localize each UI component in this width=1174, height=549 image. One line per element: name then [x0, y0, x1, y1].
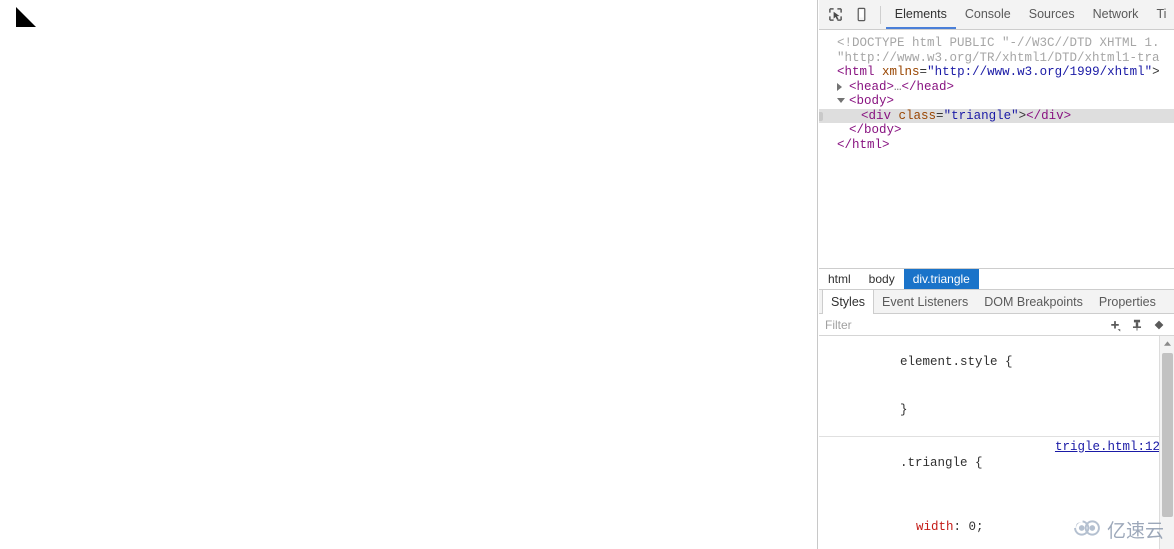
tab-dom-breakpoints[interactable]: DOM Breakpoints	[976, 290, 1091, 313]
dom-line-doctype[interactable]: <!DOCTYPE html PUBLIC "-//W3C//DTD XHTML…	[819, 36, 1174, 51]
scrollbar-thumb[interactable]	[1162, 353, 1173, 517]
plus-new-style-rule-icon[interactable]	[1104, 315, 1126, 335]
dom-line-div-triangle[interactable]: ...<div class="triangle"></div>	[819, 108, 1174, 123]
dom-line-body[interactable]: <body>	[819, 94, 1174, 109]
toolbar-divider	[879, 5, 881, 24]
breadcrumb-item-body[interactable]: body	[860, 269, 904, 289]
tab-styles[interactable]: Styles	[822, 290, 875, 314]
tab-event-listeners[interactable]: Event Listeners	[874, 290, 976, 313]
devtools-tab-strip: Elements Console Sources Network Ti	[885, 0, 1174, 29]
devtools-panel: Elements Console Sources Network Ti <!DO…	[819, 0, 1174, 549]
dom-line-html[interactable]: <html xmlns="http://www.w3.org/1999/xhtm…	[819, 65, 1174, 80]
breadcrumb-item-div-triangle[interactable]: div.triangle	[903, 269, 979, 289]
rule-closing-brace: }	[900, 403, 908, 417]
page-viewport[interactable]	[0, 0, 818, 549]
devtools-toolbar: Elements Console Sources Network Ti	[819, 0, 1174, 30]
collapse-body-twisty-icon[interactable]	[837, 98, 845, 107]
rule-triangle[interactable]: .triangle { trigle.html:12 width: 0; hei…	[819, 437, 1174, 549]
style-source-link[interactable]: trigle.html:12	[1055, 439, 1160, 455]
tab-sources[interactable]: Sources	[1020, 0, 1084, 29]
dom-line-body-close[interactable]: </body>	[819, 123, 1174, 138]
triangle-div[interactable]	[16, 7, 36, 27]
dom-line-head[interactable]: <head>…</head>	[819, 80, 1174, 95]
tab-network[interactable]: Network	[1084, 0, 1148, 29]
tab-elements[interactable]: Elements	[885, 0, 956, 29]
dom-badge-dots[interactable]: ...	[819, 111, 823, 121]
device-toolbar-icon[interactable]	[849, 3, 875, 27]
sidebar-tab-strip: Styles Event Listeners DOM Breakpoints P…	[819, 289, 1174, 314]
tab-properties[interactable]: Properties	[1091, 290, 1164, 313]
expand-head-twisty-icon[interactable]	[837, 82, 842, 91]
styles-scrollbar[interactable]	[1159, 336, 1174, 549]
dom-line-html-close[interactable]: </html>	[819, 138, 1174, 153]
rule-selector[interactable]: element.style {	[825, 338, 1160, 386]
pin-icon[interactable]	[1126, 315, 1148, 335]
inspect-cursor-icon[interactable]	[823, 3, 849, 27]
breadcrumb: html body div.triangle	[819, 268, 1174, 289]
styles-rules-area[interactable]: element.style { } .triangle { trigle.htm…	[819, 336, 1174, 549]
rule-element-style[interactable]: element.style { }	[819, 336, 1174, 437]
dom-tree[interactable]: <!DOCTYPE html PUBLIC "-//W3C//DTD XHTML…	[819, 30, 1174, 268]
dom-line-doctype-continued[interactable]: "http://www.w3.org/TR/xhtml1/DTD/xhtml1-…	[819, 51, 1174, 66]
breadcrumb-item-html[interactable]: html	[819, 269, 860, 289]
tab-console[interactable]: Console	[956, 0, 1020, 29]
devtools-screenshot: Elements Console Sources Network Ti <!DO…	[0, 0, 1174, 549]
filter-input[interactable]	[825, 317, 1104, 332]
declaration-width[interactable]: width: 0;	[825, 503, 1160, 549]
rule-selector[interactable]: .triangle { trigle.html:12	[825, 439, 1160, 503]
tab-timeline[interactable]: Ti	[1147, 0, 1174, 29]
color-format-diamond-icon[interactable]	[1148, 315, 1170, 335]
styles-filter-bar	[819, 314, 1174, 336]
scroll-up-arrow-icon[interactable]	[1160, 336, 1174, 350]
